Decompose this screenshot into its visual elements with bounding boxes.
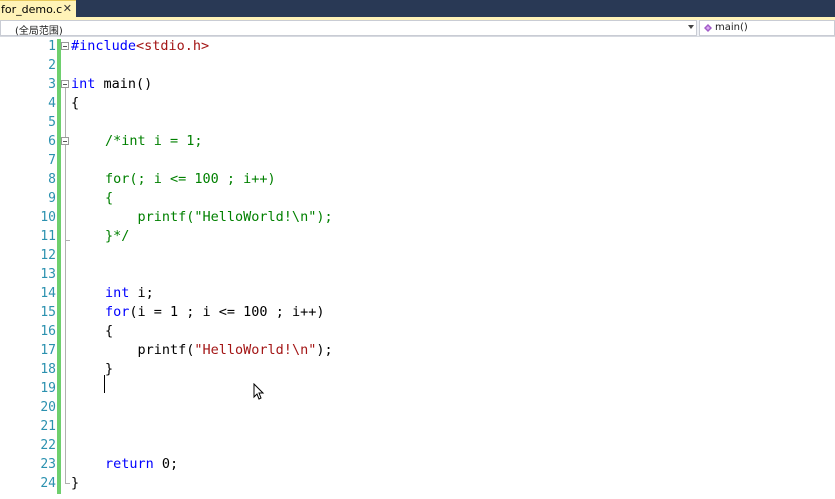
code-line-24: } <box>71 475 80 491</box>
code-editor[interactable]: 1 2 3 4 5 6 7 8 9 10 11 12 13 14 15 16 1… <box>0 37 835 499</box>
line-number: 19 <box>40 381 56 396</box>
collapse-comment-icon[interactable] <box>61 137 69 145</box>
code-text: printf( <box>105 342 195 358</box>
collapse-main-icon[interactable] <box>61 80 69 88</box>
code-text-area[interactable]: #include<stdio.h> int main() { /*int i =… <box>71 37 831 499</box>
code-line-1: #include<stdio.h> <box>71 37 209 56</box>
line-number: 9 <box>48 191 56 206</box>
line-number: 12 <box>40 248 56 263</box>
code-line-10: printf("HelloWorld!\n"); <box>105 209 333 225</box>
method-icon <box>704 24 712 32</box>
line-number: 22 <box>40 438 56 453</box>
line-number: 16 <box>40 324 56 339</box>
tab-label[interactable]: for_demo.c <box>1 3 62 16</box>
code-line-11: }*/ <box>105 228 130 244</box>
collapse-include-icon[interactable] <box>61 42 69 50</box>
line-number: 23 <box>40 457 56 472</box>
code-line-15: for(i = 1 ; i <= 100 ; i++) <box>105 303 324 322</box>
fold-guide-end-comment <box>65 240 70 241</box>
line-number: 7 <box>48 153 56 168</box>
line-number-gutter: 1 2 3 4 5 6 7 8 9 10 11 12 13 14 15 16 1… <box>0 37 56 499</box>
mouse-pointer-icon <box>253 383 265 400</box>
code-text: 0; <box>153 456 179 472</box>
keyword: return <box>105 456 154 472</box>
string-literal: "HelloWorld!\n" <box>194 342 317 358</box>
line-number: 4 <box>48 96 56 111</box>
editor-window: for_demo.c ✕ (全局范围) main() 1 2 3 4 5 6 7 <box>0 0 835 499</box>
line-number: 24 <box>40 476 56 491</box>
code-line-23: return 0; <box>105 455 178 474</box>
line-number: 14 <box>40 286 56 301</box>
include-header: <stdio.h> <box>136 38 210 54</box>
code-text: (i = 1 ; i <= 100 ; i++) <box>129 304 325 320</box>
close-icon[interactable]: ✕ <box>63 2 72 16</box>
code-line-6: /*int i = 1; <box>105 133 203 149</box>
text-caret <box>104 375 105 393</box>
scope-dropdown[interactable]: (全局范围) <box>0 20 697 37</box>
chevron-down-icon[interactable] <box>688 25 694 29</box>
line-number: 2 <box>48 58 56 73</box>
line-number: 1 <box>48 39 56 54</box>
tab-strip: for_demo.c ✕ <box>0 0 835 17</box>
code-line-17: printf("HelloWorld!\n"); <box>105 341 333 360</box>
tab-for-demo-c[interactable]: for_demo.c ✕ <box>0 0 76 17</box>
code-line-14: int i; <box>105 284 154 303</box>
member-dropdown[interactable]: main() <box>699 20 835 36</box>
code-text: main() <box>95 76 153 92</box>
member-dropdown-label: main() <box>715 22 748 33</box>
code-line-8: for(; i <= 100 ; i++) <box>105 171 276 187</box>
code-line-4: { <box>71 95 80 111</box>
line-number: 15 <box>40 305 56 320</box>
line-number: 18 <box>40 362 56 377</box>
line-number: 11 <box>40 229 56 244</box>
fold-guide-comment <box>65 145 66 240</box>
scope-dropdown-label: (全局范围) <box>15 26 63 37</box>
code-line-18: } <box>105 361 114 377</box>
keyword: int <box>71 76 96 92</box>
line-number: 10 <box>40 210 56 225</box>
navigation-bar: (全局范围) main() <box>0 20 835 37</box>
code-line-3: int main() <box>71 75 152 94</box>
keyword: for <box>105 304 130 320</box>
code-line-9: { <box>105 190 114 206</box>
code-line-16: { <box>105 323 114 339</box>
line-number: 13 <box>40 267 56 282</box>
line-number: 5 <box>48 115 56 130</box>
line-number: 6 <box>48 134 56 149</box>
keyword: int <box>105 285 130 301</box>
outlining-margin <box>61 37 71 499</box>
line-number: 3 <box>48 77 56 92</box>
line-number: 17 <box>40 343 56 358</box>
line-number: 20 <box>40 400 56 415</box>
fold-guide-end-main <box>65 483 70 484</box>
code-text: ); <box>316 342 333 358</box>
code-text: i; <box>129 285 154 301</box>
preprocessor-directive: #include <box>71 38 137 54</box>
line-number: 8 <box>48 172 56 187</box>
line-number: 21 <box>40 419 56 434</box>
